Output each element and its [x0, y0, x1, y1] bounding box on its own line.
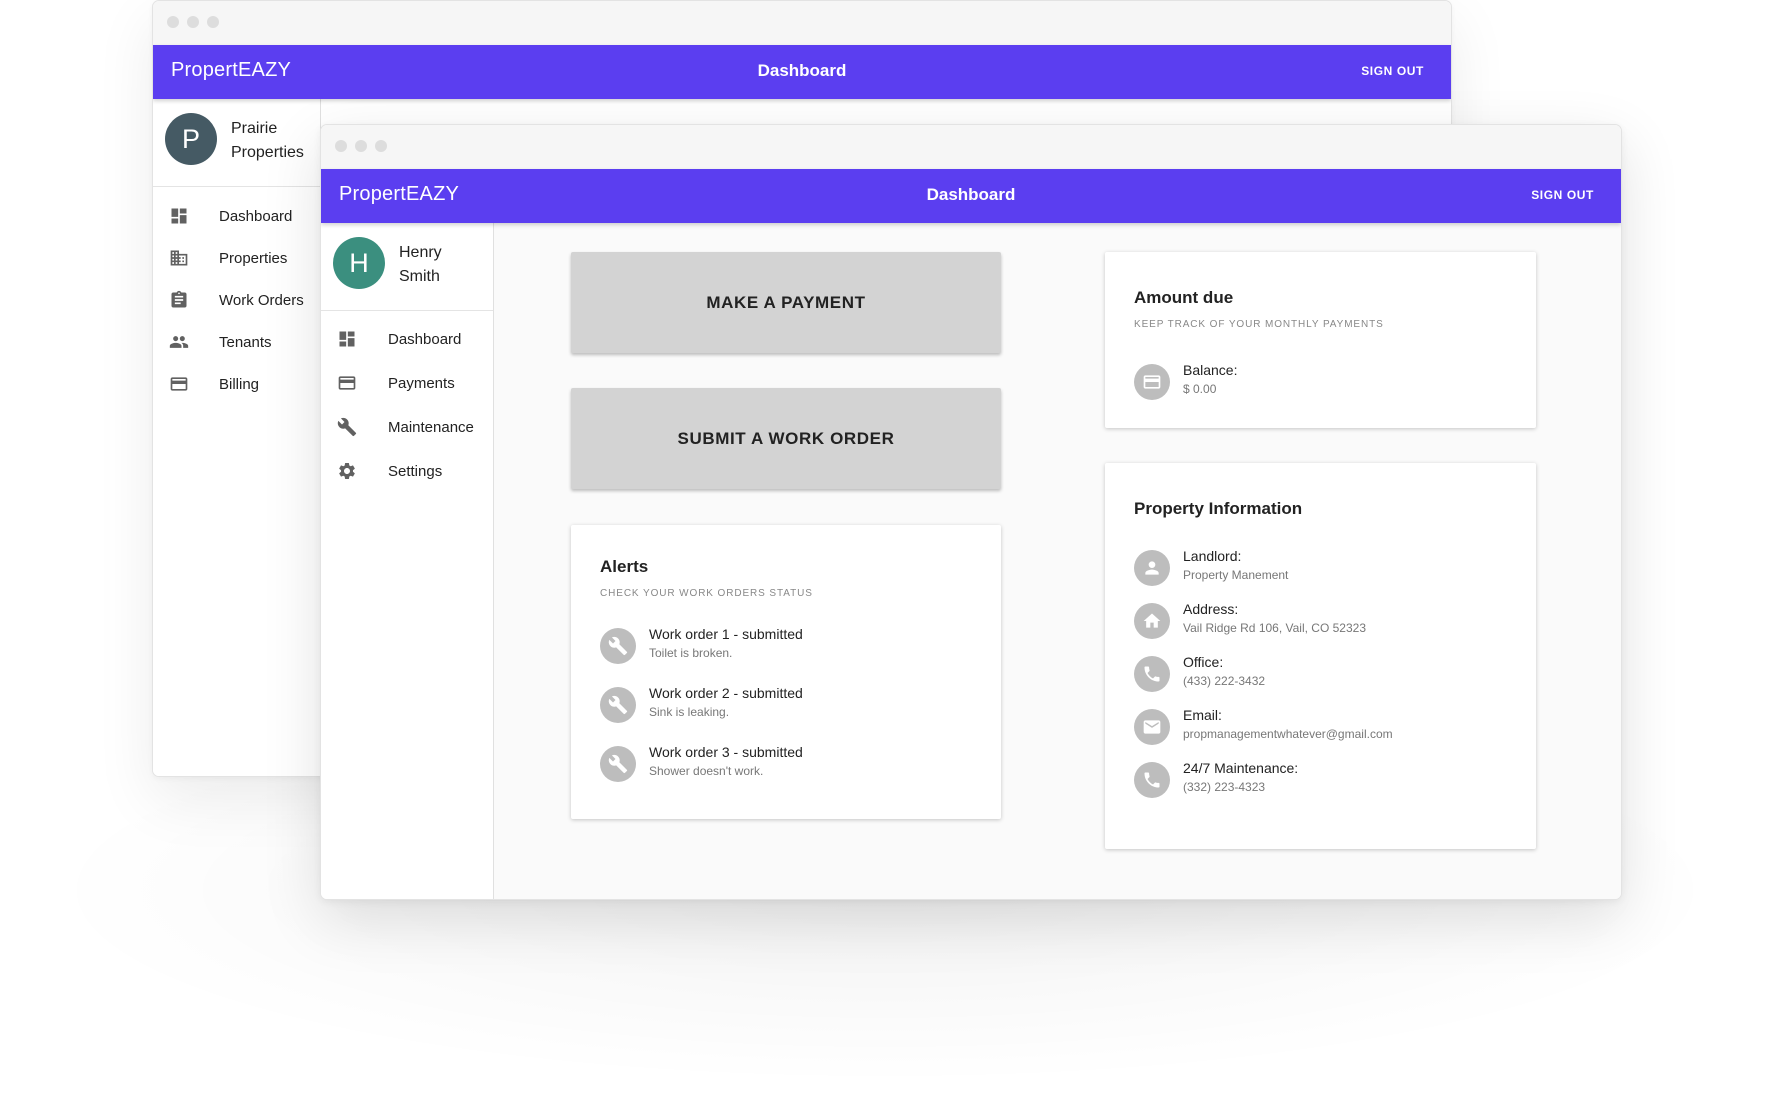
sidebar-item-properties[interactable]: Properties [153, 237, 320, 279]
alert-title: Work order 3 - submitted [649, 744, 803, 760]
window-controls [167, 16, 219, 28]
home-icon [1134, 603, 1170, 639]
alerts-card: Alerts CHECK YOUR WORK ORDERS STATUS Wor… [571, 525, 1001, 819]
sidebar-item-label: Tenants [219, 333, 272, 351]
sidebar-item-billing[interactable]: Billing [153, 363, 320, 405]
tenant-dashboard-window: PropertEAZY Dashboard SIGN OUT H Henry S… [320, 124, 1622, 900]
balance-label: Balance: [1183, 362, 1238, 378]
sidebar-item-label: Settings [388, 462, 443, 480]
profile-header: P Prairie Properties [153, 99, 320, 187]
submit-work-order-button[interactable]: SUBMIT A WORK ORDER [571, 388, 1001, 489]
avatar[interactable]: P [165, 113, 217, 165]
maximize-dot[interactable] [375, 140, 387, 152]
building-icon [169, 248, 189, 268]
window-titlebar [153, 1, 1451, 45]
alert-detail: Shower doesn't work. [649, 764, 764, 778]
dashboard-content: MAKE A PAYMENT SUBMIT A WORK ORDER Alert… [494, 223, 1621, 899]
minimize-dot[interactable] [187, 16, 199, 28]
sidebar-item-dashboard[interactable]: Dashboard [153, 195, 320, 237]
minimize-dot[interactable] [355, 140, 367, 152]
email-label: Email: [1183, 707, 1222, 723]
sidebar-item-dashboard[interactable]: Dashboard [321, 317, 493, 361]
landlord-value: Property Manement [1183, 568, 1289, 582]
sidebar-item-label: Properties [219, 249, 288, 267]
person-icon [1134, 550, 1170, 586]
sidebar: H Henry Smith Dashboard Payments Mainten… [321, 223, 494, 899]
avatar[interactable]: H [333, 237, 385, 289]
people-icon [169, 332, 189, 352]
page-title: Dashboard [926, 185, 1016, 204]
profile-name-line1: Prairie [231, 120, 278, 137]
sidebar-item-work-orders[interactable]: Work Orders [153, 279, 320, 321]
sidebar-item-label: Dashboard [219, 207, 293, 225]
profile-name-line1: Henry [399, 244, 442, 261]
property-information-card: Property Information Landlord: Property … [1105, 463, 1536, 849]
credit-card-icon [169, 374, 189, 394]
sidebar-item-label: Maintenance [388, 418, 474, 436]
sidebar-item-label: Work Orders [219, 291, 304, 309]
alert-title: Work order 2 - submitted [649, 685, 803, 701]
maximize-dot[interactable] [207, 16, 219, 28]
alert-detail: Sink is leaking. [649, 705, 730, 719]
profile-name-line2: Properties [231, 144, 304, 161]
amount-due-card: Amount due KEEP TRACK OF YOUR MONTHLY PA… [1105, 252, 1536, 428]
amount-due-title: Amount due [1134, 288, 1234, 307]
sidebar-item-tenants[interactable]: Tenants [153, 321, 320, 363]
sidebar-item-settings[interactable]: Settings [321, 449, 493, 493]
phone-icon [1134, 656, 1170, 692]
profile-name: Prairie Properties [231, 117, 304, 165]
credit-card-icon [1134, 364, 1170, 400]
wrench-icon [600, 628, 636, 664]
wrench-icon [600, 687, 636, 723]
profile-header: H Henry Smith [321, 223, 493, 311]
app-bar: PropertEAZY Dashboard SIGN OUT [153, 45, 1451, 99]
profile-name-line2: Smith [399, 268, 440, 285]
alert-title: Work order 1 - submitted [649, 626, 803, 642]
wrench-icon [337, 417, 357, 437]
address-label: Address: [1183, 601, 1239, 617]
email-value[interactable]: propmanagementwhatever@gmail.com [1183, 727, 1393, 741]
gear-icon [337, 461, 357, 481]
close-dot[interactable] [335, 140, 347, 152]
sidebar: P Prairie Properties Dashboard Propertie… [153, 99, 321, 776]
maintenance-label: 24/7 Maintenance: [1183, 760, 1299, 776]
phone-icon [1134, 762, 1170, 798]
maintenance-phone[interactable]: (332) 223-4323 [1183, 780, 1265, 794]
sign-out-button[interactable]: SIGN OUT [1531, 188, 1594, 202]
sidebar-item-maintenance[interactable]: Maintenance [321, 405, 493, 449]
window-controls [335, 140, 387, 152]
sidebar-item-payments[interactable]: Payments [321, 361, 493, 405]
window-titlebar [321, 125, 1621, 169]
mail-icon [1134, 709, 1170, 745]
page-title: Dashboard [757, 61, 847, 80]
sidebar-item-label: Dashboard [388, 330, 462, 348]
wrench-icon [600, 746, 636, 782]
dashboard-icon [337, 329, 357, 349]
property-information-title: Property Information [1134, 499, 1303, 518]
sidebar-item-label: Payments [388, 374, 455, 392]
amount-due-subtitle: KEEP TRACK OF YOUR MONTHLY PAYMENTS [1134, 319, 1384, 330]
make-payment-button[interactable]: MAKE A PAYMENT [571, 252, 1001, 353]
landlord-label: Landlord: [1183, 548, 1242, 564]
alert-detail: Toilet is broken. [649, 646, 733, 660]
sign-out-button[interactable]: SIGN OUT [1361, 64, 1424, 78]
balance-value: $ 0.00 [1183, 382, 1217, 396]
address-value: Vail Ridge Rd 106, Vail, CO 52323 [1183, 621, 1366, 635]
alerts-subtitle: CHECK YOUR WORK ORDERS STATUS [600, 588, 813, 599]
alerts-title: Alerts [600, 557, 649, 576]
app-bar: PropertEAZY Dashboard SIGN OUT [321, 169, 1621, 223]
dashboard-icon [169, 206, 189, 226]
sidebar-item-label: Billing [219, 375, 260, 393]
credit-card-icon [337, 373, 357, 393]
office-phone[interactable]: (433) 222-3432 [1183, 674, 1265, 688]
close-dot[interactable] [167, 16, 179, 28]
office-label: Office: [1183, 654, 1224, 670]
profile-name: Henry Smith [399, 241, 442, 289]
clipboard-icon [169, 290, 189, 310]
